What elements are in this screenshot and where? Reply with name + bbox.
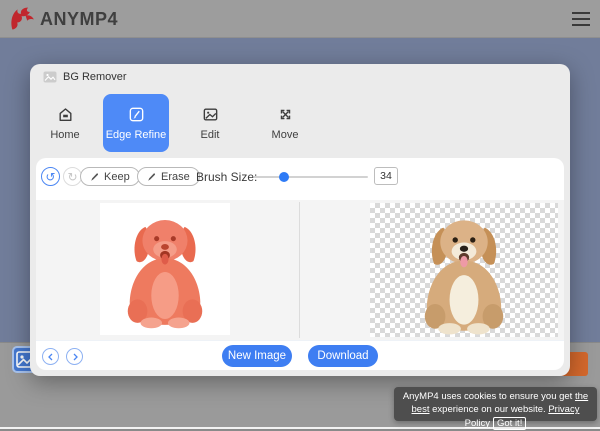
tab-home[interactable]: Home xyxy=(32,94,98,152)
panel-divider xyxy=(299,202,300,338)
erase-button[interactable]: Erase xyxy=(137,167,200,186)
anymp4-logo[interactable]: ANYMP4 xyxy=(8,5,118,33)
home-icon xyxy=(57,106,74,123)
tab-move-label: Move xyxy=(272,129,299,141)
result-preview-image[interactable] xyxy=(370,203,558,337)
prev-image-button[interactable] xyxy=(42,348,59,365)
mask-preview-image[interactable] xyxy=(100,203,230,335)
redo-icon: ↻ xyxy=(67,171,77,183)
undo-icon: ↺ xyxy=(45,171,55,183)
page: ANYMP4 BG Remover xyxy=(0,0,600,431)
hamburger-menu-icon[interactable] xyxy=(572,12,590,26)
erase-label: Erase xyxy=(161,171,190,183)
new-image-button[interactable]: New Image xyxy=(222,345,292,367)
next-image-button[interactable] xyxy=(66,348,83,365)
edge-refine-icon xyxy=(128,106,145,123)
brush-size-value[interactable]: 34 xyxy=(374,167,398,185)
chevron-left-icon xyxy=(47,353,55,361)
brush-size-label: Brush Size: xyxy=(196,170,257,184)
cookie-text: AnyMP4 uses cookies to ensure you get xyxy=(403,391,575,402)
tab-edit-label: Edit xyxy=(201,129,220,141)
cookie-banner: AnyMP4 uses cookies to ensure you get th… xyxy=(394,387,597,421)
keep-label: Keep xyxy=(104,171,130,183)
edit-image-icon xyxy=(202,106,219,123)
download-button[interactable]: Download xyxy=(308,345,378,367)
toolbar: ↺ ↻ Keep Erase Brush Size: xyxy=(36,158,564,200)
card-footer: New Image Download xyxy=(36,340,564,370)
tab-home-label: Home xyxy=(50,129,79,141)
move-icon xyxy=(277,106,294,123)
got-it-button[interactable]: Got it! xyxy=(493,417,526,430)
tab-edge-refine[interactable]: Edge Refine xyxy=(103,94,169,152)
brush-size-slider[interactable] xyxy=(253,167,368,186)
masked-dog-illustration xyxy=(116,209,214,331)
result-dog-illustration xyxy=(412,209,516,337)
editor-card: ↺ ↻ Keep Erase Brush Size: xyxy=(36,158,564,370)
slider-track xyxy=(253,176,368,178)
tab-edge-refine-label: Edge Refine xyxy=(106,129,167,141)
erase-brush-icon xyxy=(147,172,157,182)
keep-brush-icon xyxy=(90,172,100,182)
bg-remover-dialog: BG Remover Home Edge Refine Ed xyxy=(30,64,570,376)
keep-button[interactable]: Keep xyxy=(80,167,140,186)
chevron-right-icon xyxy=(71,353,79,361)
tab-edit[interactable]: Edit xyxy=(177,94,243,152)
dialog-title-row: BG Remover xyxy=(43,71,127,83)
undo-button[interactable]: ↺ xyxy=(41,167,60,186)
anymp4-fox-icon xyxy=(8,5,36,33)
site-header: ANYMP4 xyxy=(0,0,600,38)
tab-move[interactable]: Move xyxy=(252,94,318,152)
logo-text: ANYMP4 xyxy=(40,9,118,30)
cookie-text-middle: experience on our website. xyxy=(429,404,548,415)
brush-slider-thumb[interactable] xyxy=(279,172,289,182)
bg-remover-icon xyxy=(43,71,57,83)
dialog-title: BG Remover xyxy=(63,71,127,83)
preview-panels xyxy=(36,200,564,340)
